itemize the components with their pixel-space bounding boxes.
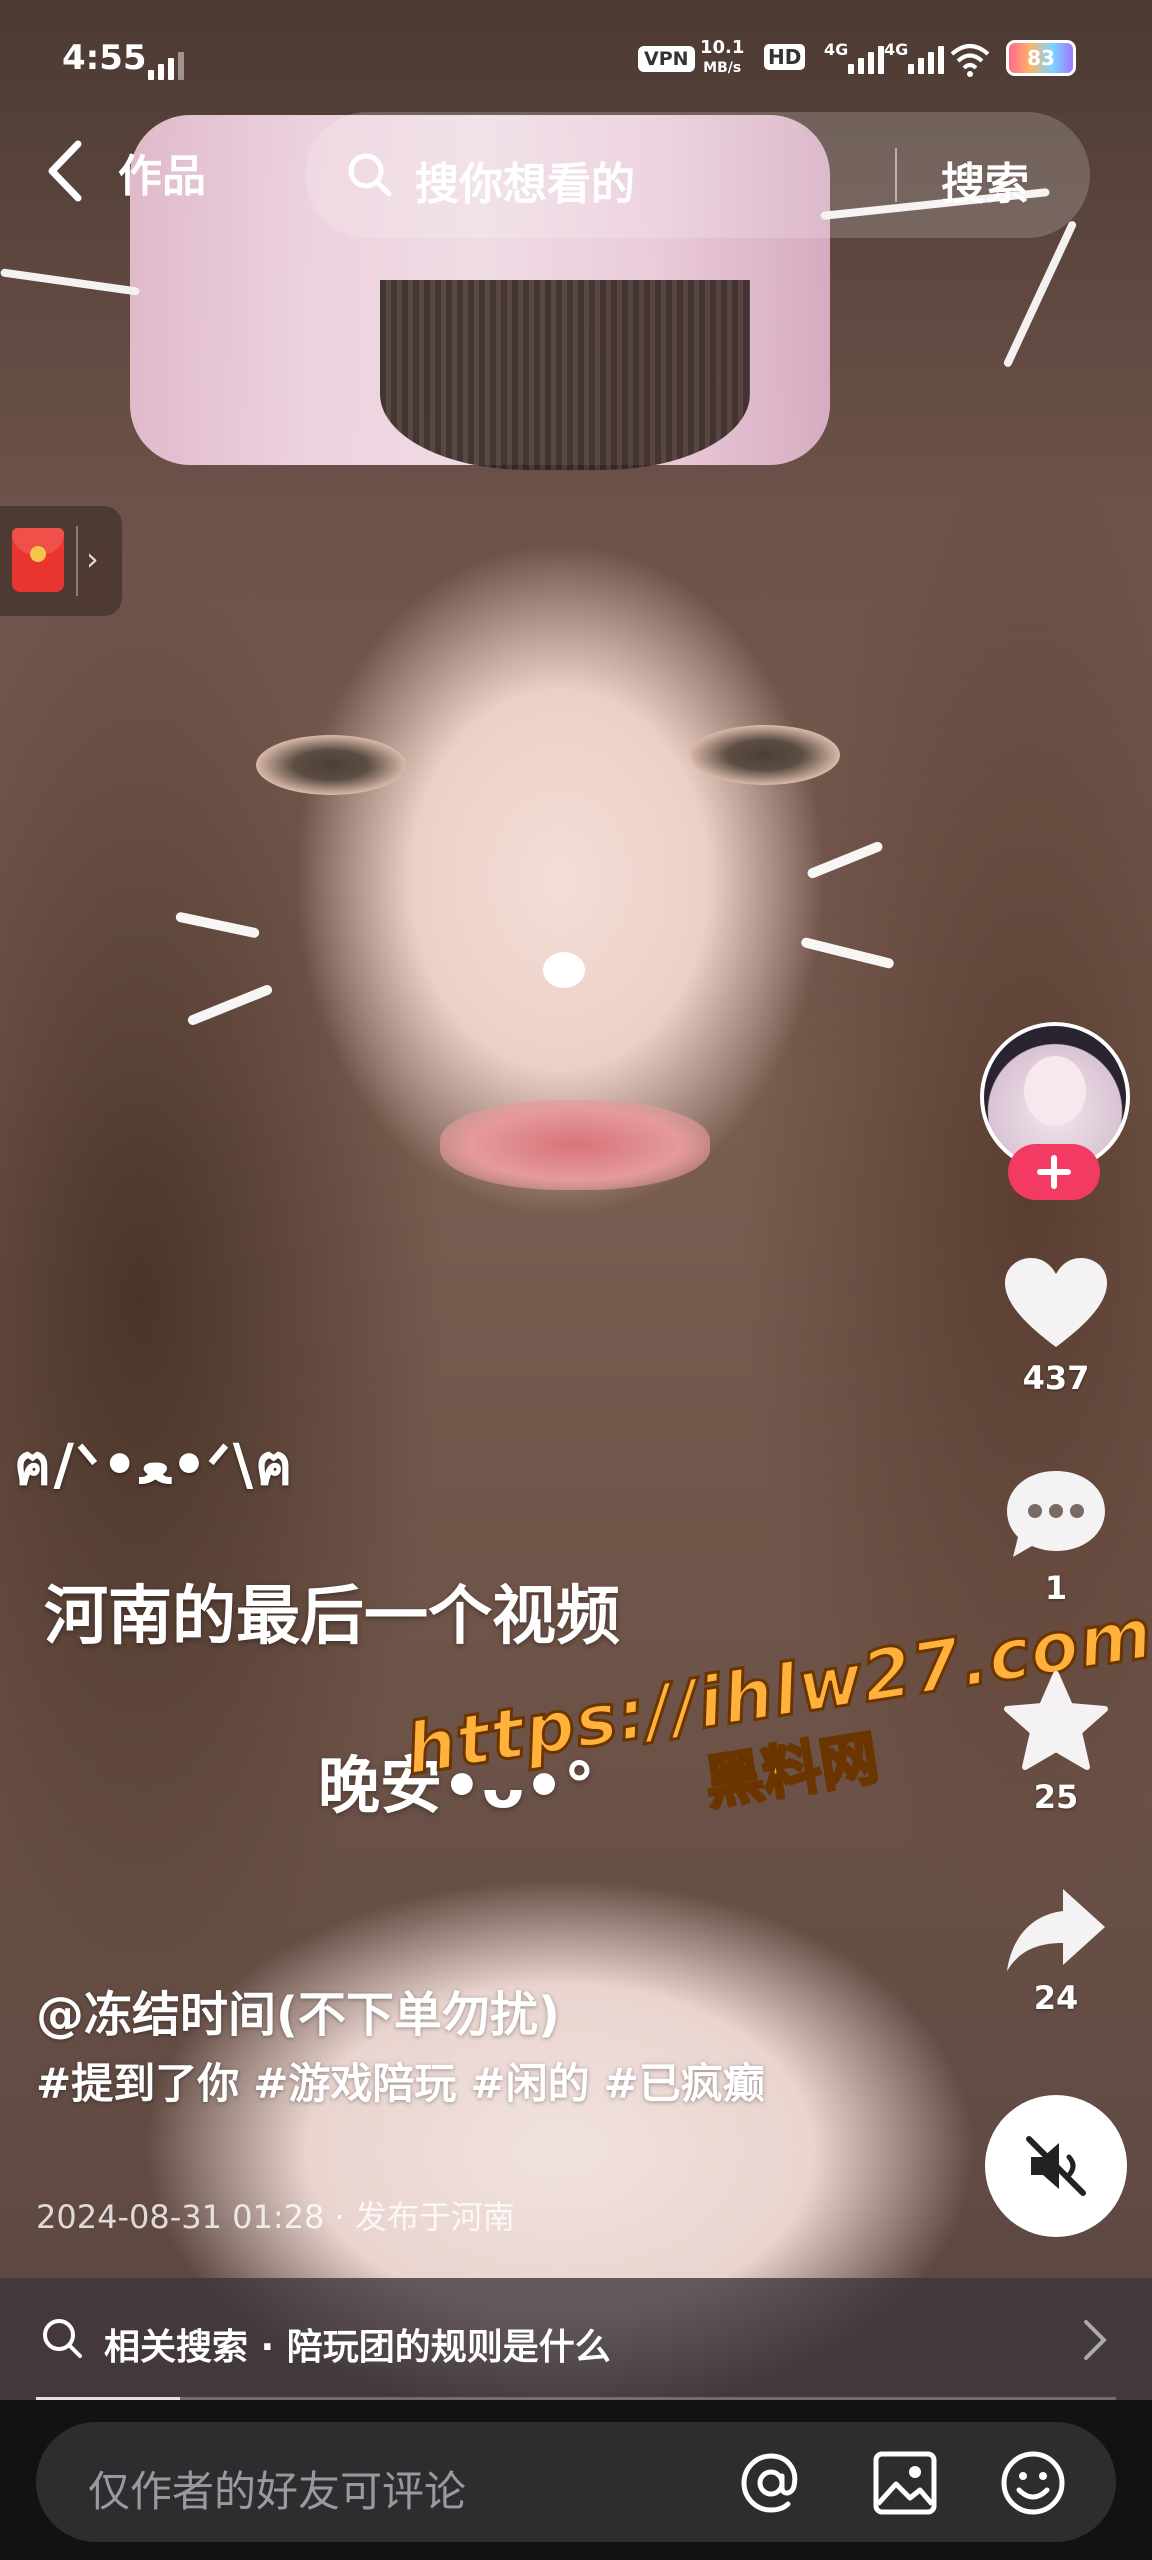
network-type-2: 4G — [884, 40, 909, 59]
signal-icon-2 — [908, 46, 944, 74]
signal-icon — [148, 52, 184, 80]
nose-dot-sticker — [543, 952, 585, 988]
author-name[interactable]: @冻结时间(不下单勿扰) — [36, 1975, 560, 2045]
follow-button[interactable] — [1008, 1144, 1100, 1200]
share-action[interactable]: 24 — [991, 1885, 1121, 2017]
vpn-badge: VPN — [638, 46, 695, 72]
battery-level: 83 — [1027, 46, 1055, 70]
related-search-text: 相关搜索 · 陪玩团的规则是什么 — [104, 2327, 611, 2368]
search-bar[interactable]: 搜你想看的 搜索 — [305, 112, 1090, 238]
chevron-left-icon[interactable] — [40, 136, 96, 206]
network-speed-unit: MB/s — [703, 60, 742, 76]
hd-badge: HD — [764, 44, 806, 70]
hashtag[interactable]: #提到了你 — [36, 2059, 239, 2108]
mute-button[interactable] — [985, 2095, 1127, 2237]
whisker — [806, 840, 884, 880]
search-icon — [43, 2319, 82, 2358]
lips — [440, 1100, 710, 1190]
whisker — [800, 936, 895, 970]
red-packet-tab[interactable]: › — [0, 506, 122, 616]
cat-ear-line-right-2 — [1002, 219, 1078, 369]
share-arrow-icon — [1007, 1889, 1105, 1971]
chevron-right-icon — [1084, 2320, 1107, 2360]
comment-bar: 仅作者的好友可评论 — [0, 2400, 1152, 2560]
favorite-action[interactable]: 25 — [991, 1670, 1121, 1816]
status-bar: 4:55 VPN 10.1 MB/s HD 4G 4G 83 — [0, 0, 1152, 110]
network-type-1: 4G — [824, 40, 849, 59]
comment-action[interactable]: 1 — [991, 1465, 1121, 1607]
hair-bangs — [380, 280, 750, 470]
image-icon[interactable] — [870, 2448, 940, 2518]
heart-icon — [1005, 1258, 1107, 1347]
search-button[interactable]: 搜索 — [941, 148, 1029, 212]
kaomoji-sticker: ฅ/ᐠ•ﻌ•ᐟ\ฅ — [14, 1433, 295, 1498]
favorite-count: 25 — [1033, 1778, 1079, 1816]
network-speed: 10.1 MB/s — [700, 38, 744, 78]
video-caption: 河南的最后一个视频 — [44, 1580, 620, 1654]
chevron-right-icon: › — [86, 540, 99, 578]
hashtag-list: #提到了你 #游戏陪玩 #闲的 #已疯癫 — [36, 2055, 816, 2113]
whisker — [174, 911, 261, 939]
hashtag[interactable]: #已疯癫 — [604, 2059, 765, 2108]
search-divider — [895, 148, 897, 202]
at-sign-icon[interactable] — [736, 2448, 806, 2518]
right-eye — [690, 725, 840, 785]
signal-icon-1 — [848, 46, 884, 74]
battery-icon: 83 — [1006, 40, 1076, 76]
post-date: 2024-08-31 01:28 · 发布于河南 — [36, 2198, 515, 2236]
like-action[interactable]: 437 — [991, 1255, 1121, 1397]
whisker — [186, 983, 274, 1027]
hashtag[interactable]: #游戏陪玩 — [253, 2059, 456, 2108]
search-icon — [348, 153, 392, 197]
wifi-icon — [950, 44, 990, 77]
comment-input[interactable]: 仅作者的好友可评论 — [36, 2422, 1116, 2542]
speaker-muted-icon — [1026, 2136, 1086, 2196]
smiley-icon[interactable] — [998, 2448, 1068, 2518]
avatar-face — [1024, 1056, 1086, 1126]
status-time: 4:55 — [62, 38, 147, 78]
share-count: 24 — [1033, 1979, 1079, 2017]
star-icon — [1004, 1671, 1108, 1770]
comment-placeholder: 仅作者的好友可评论 — [88, 2467, 467, 2516]
divider — [76, 526, 78, 596]
like-count: 437 — [1022, 1359, 1090, 1397]
comment-count: 1 — [1044, 1569, 1068, 1607]
works-title[interactable]: 作品 — [118, 140, 206, 204]
comment-bubble-icon — [1007, 1471, 1105, 1557]
cat-ear-line-left — [0, 268, 140, 296]
plus-icon — [1037, 1155, 1071, 1189]
related-search[interactable]: 相关搜索 · 陪玩团的规则是什么 — [0, 2278, 1152, 2400]
search-input[interactable]: 搜你想看的 — [415, 148, 635, 212]
red-envelope-icon — [12, 528, 64, 592]
network-speed-value: 10.1 — [700, 37, 745, 58]
hashtag[interactable]: #闲的 — [470, 2059, 589, 2108]
left-eye — [256, 735, 406, 795]
